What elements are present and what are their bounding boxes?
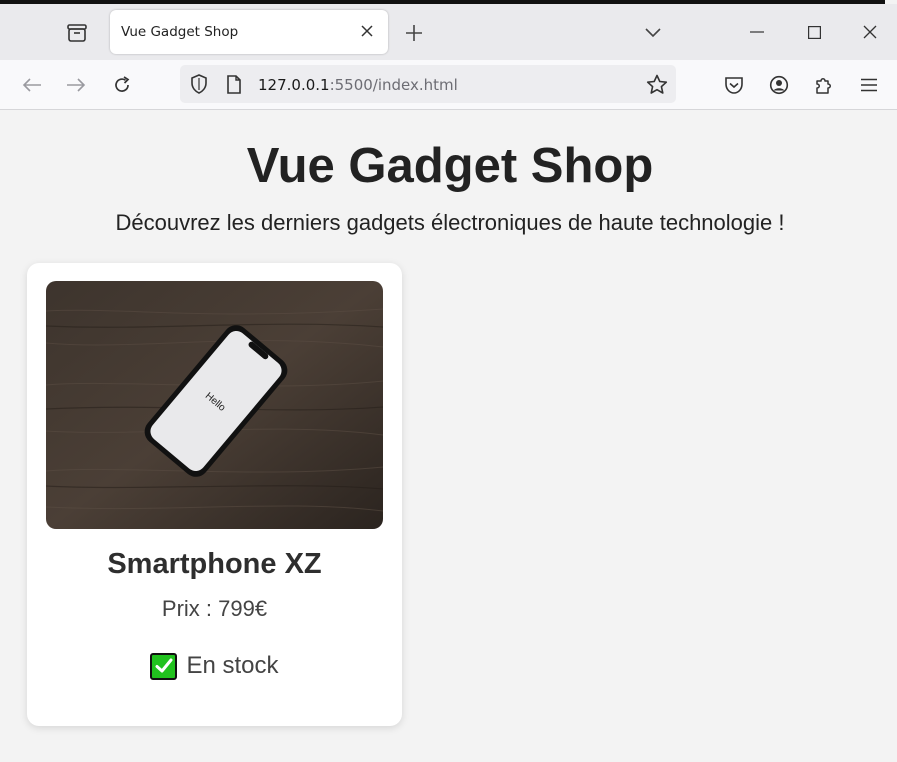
chevron-down-icon[interactable]: [640, 20, 666, 46]
stock-status: En stock: [27, 652, 402, 680]
url-text[interactable]: 127.0.0.1:5500/index.html: [258, 76, 458, 94]
pocket-icon[interactable]: [720, 71, 748, 99]
tab-strip: Vue Gadget Shop: [0, 4, 897, 60]
page-title: Vue Gadget Shop: [246, 139, 654, 193]
page-icon[interactable]: [224, 74, 244, 94]
active-tab[interactable]: Vue Gadget Shop: [110, 10, 388, 54]
puzzle-icon[interactable]: [810, 71, 838, 99]
reload-icon[interactable]: [108, 71, 136, 99]
check-mark-icon: [150, 652, 178, 680]
arrow-right-icon[interactable]: [62, 71, 90, 99]
url-path: :5500/index.html: [329, 76, 458, 94]
window-close-icon[interactable]: [855, 18, 885, 46]
account-icon[interactable]: [765, 71, 793, 99]
maximize-icon[interactable]: [799, 18, 829, 46]
tab-title: Vue Gadget Shop: [121, 24, 239, 40]
hamburger-menu-icon[interactable]: [855, 71, 883, 99]
close-icon[interactable]: [358, 22, 376, 40]
url-host: 127.0.0.1: [258, 76, 330, 94]
product-image: Hello: [46, 281, 383, 529]
plus-icon[interactable]: [401, 20, 427, 46]
star-icon[interactable]: [646, 73, 668, 95]
product-name: Smartphone XZ: [107, 548, 322, 580]
tab-manager-icon[interactable]: [62, 20, 92, 46]
arrow-left-icon[interactable]: [18, 71, 46, 99]
url-bar[interactable]: 127.0.0.1:5500/index.html: [180, 65, 676, 103]
navigation-toolbar: 127.0.0.1:5500/index.html: [0, 60, 897, 110]
product-card: Hello Smartphone XZ Prix : 799€ En stock: [27, 263, 402, 726]
page-subtitle: Découvrez les derniers gadgets électroni…: [115, 210, 785, 235]
minimize-icon[interactable]: [742, 18, 772, 46]
product-price: Prix : 799€: [161, 596, 268, 621]
stock-label: En stock: [186, 652, 279, 679]
shield-icon[interactable]: [189, 74, 209, 94]
